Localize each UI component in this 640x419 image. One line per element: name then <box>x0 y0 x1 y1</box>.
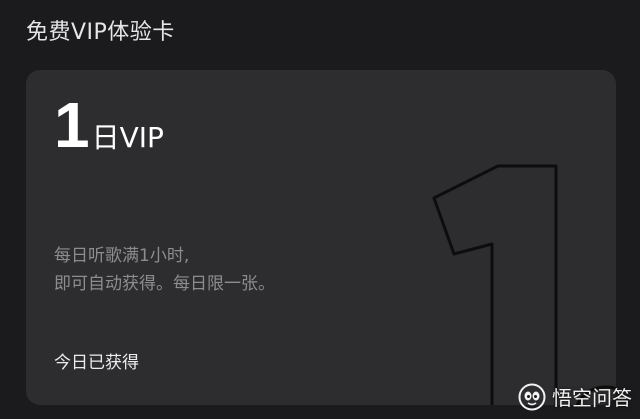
wukong-logo-icon <box>518 383 546 410</box>
card-duration-number: 1 <box>54 89 90 161</box>
card-description-line: 即可自动获得。每日限一张。 <box>54 274 275 294</box>
card-headline: 1 日VIP <box>54 89 164 161</box>
card-status-text: 今日已获得 <box>54 353 139 373</box>
vip-trial-card[interactable]: 1 日VIP 每日听歌满1小时, 即可自动获得。每日限一张。 今日已获得 <box>26 70 616 405</box>
decorative-large-number <box>432 164 616 405</box>
card-description-line: 每日听歌满1小时, <box>54 246 190 266</box>
section-title: 免费VIP体验卡 <box>26 20 175 45</box>
card-description: 每日听歌满1小时, 即可自动获得。每日限一张。 <box>54 242 275 298</box>
card-duration-unit: 日VIP <box>91 121 164 154</box>
vip-card-page: 免费VIP体验卡 1 日VIP 每日听歌满1小时, 即可自动获得。每日限一张。 … <box>0 0 640 419</box>
watermark: 悟空问答 <box>518 382 632 411</box>
watermark-text: 悟空问答 <box>552 386 632 410</box>
